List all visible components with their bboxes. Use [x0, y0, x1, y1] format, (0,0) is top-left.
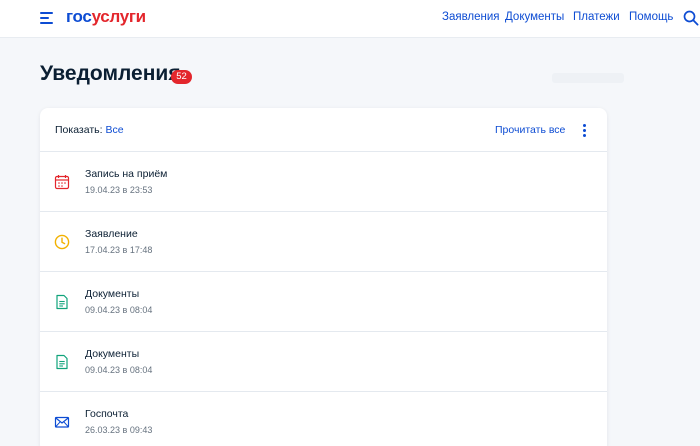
- calendar-icon: [54, 175, 70, 190]
- kebab-menu-icon[interactable]: [580, 123, 588, 137]
- notifications-card: Показать: Все Прочитать все Запись на пр…: [40, 108, 607, 446]
- notification-date: 26.03.23 в 09:43: [85, 425, 153, 435]
- notification-title: Госпочта: [85, 408, 129, 420]
- notification-item[interactable]: Документы 09.04.23 в 08:04: [40, 332, 607, 392]
- notification-item[interactable]: Заявление 17.04.23 в 17:48: [40, 212, 607, 272]
- search-icon[interactable]: [683, 10, 699, 26]
- logo-part-uslugi: услуги: [91, 7, 147, 26]
- clock-icon: [54, 234, 70, 250]
- nav-payments[interactable]: Платежи: [573, 11, 620, 23]
- page-title: Уведомления: [40, 62, 181, 85]
- logo-part-gos: гос: [66, 7, 92, 26]
- notification-title: Документы: [85, 348, 140, 360]
- filter-dropdown[interactable]: Все: [105, 124, 123, 136]
- gosuslugi-logo[interactable]: госуслуги: [66, 7, 146, 27]
- envelope-icon: [54, 416, 70, 428]
- document-icon: [56, 294, 68, 310]
- card-toolbar: Показать: Все Прочитать все: [40, 108, 607, 152]
- notification-title: Запись на приём: [85, 168, 168, 180]
- notification-item[interactable]: Документы 09.04.23 в 08:04: [40, 272, 607, 332]
- burger-menu-icon[interactable]: [40, 12, 54, 24]
- nav-help[interactable]: Помощь: [629, 11, 673, 23]
- top-header: госуслуги Заявления Документы Платежи По…: [0, 0, 700, 38]
- notification-item[interactable]: Запись на приём 19.04.23 в 23:53: [40, 152, 607, 212]
- notification-date: 09.04.23 в 08:04: [85, 305, 153, 315]
- notification-date: 09.04.23 в 08:04: [85, 365, 153, 375]
- read-all-button[interactable]: Прочитать все: [495, 124, 565, 136]
- nav-documents[interactable]: Документы: [505, 11, 564, 23]
- nav-applications[interactable]: Заявления: [442, 11, 500, 23]
- notification-title: Документы: [85, 288, 140, 300]
- notification-date: 17.04.23 в 17:48: [85, 245, 153, 255]
- notification-date: 19.04.23 в 23:53: [85, 185, 153, 195]
- filter: Показать: Все: [55, 124, 124, 136]
- document-icon: [56, 354, 68, 370]
- notification-count-badge: 52: [171, 70, 192, 84]
- notification-title: Заявление: [85, 228, 138, 240]
- notification-item[interactable]: Госпочта 26.03.23 в 09:43: [40, 392, 607, 446]
- filter-label: Показать:: [55, 124, 103, 136]
- placeholder-block: [552, 73, 624, 83]
